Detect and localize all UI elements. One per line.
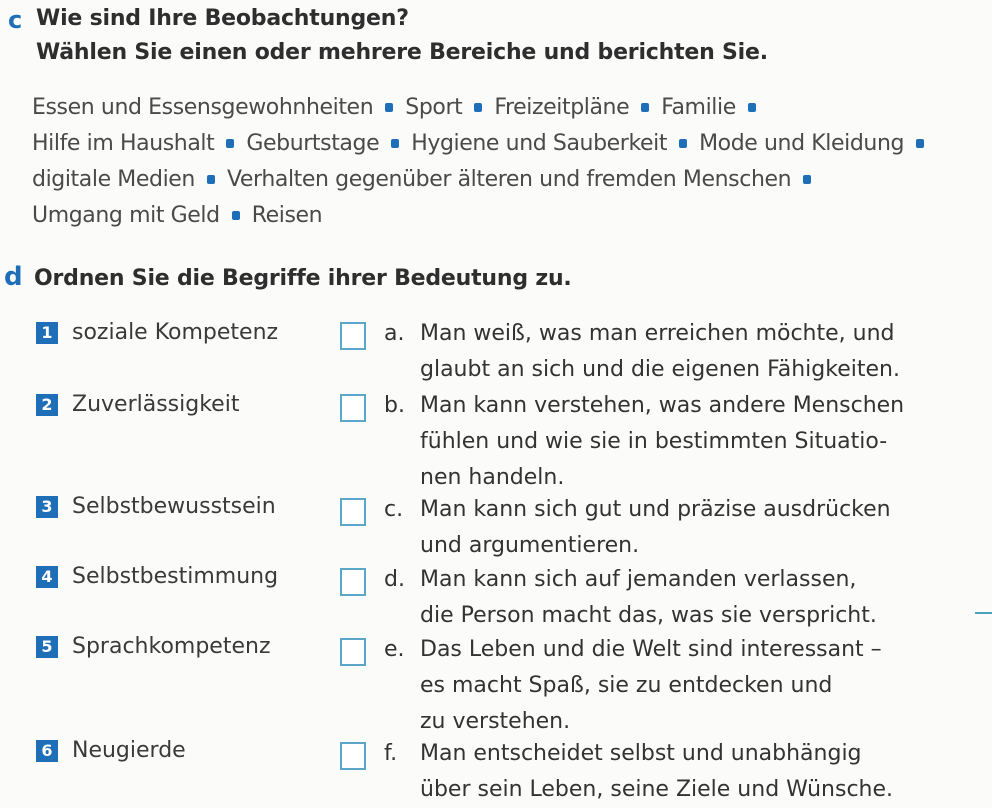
definition-f: f. Man entscheidet selbst und unabhängig…	[340, 736, 960, 808]
task-c-title: Wie sind Ihre Beobachtungen? Wählen Sie …	[36, 2, 768, 70]
bullet-icon	[206, 174, 215, 184]
topic-item: Verhalten gegenüber älteren und fremden …	[226, 167, 792, 192]
bullet-icon	[474, 102, 483, 112]
margin-divider	[975, 612, 992, 614]
answer-checkbox[interactable]	[340, 638, 366, 666]
number-badge: 3	[36, 495, 58, 518]
definition-line: und argumentieren.	[420, 533, 640, 558]
definition-line: Man kann verstehen, was andere Menschen	[420, 393, 905, 418]
term-label: soziale Kompetenz	[72, 320, 279, 345]
bullet-icon	[226, 138, 235, 148]
definition-line: glaubt an sich und die eigenen Fähigkeit…	[420, 357, 900, 382]
bullet-icon	[391, 138, 400, 148]
topic-item: digitale Medien	[32, 167, 195, 192]
task-c-title-line2: Wählen Sie einen oder mehrere Bereiche u…	[36, 40, 768, 65]
definition-letter: b.	[384, 393, 405, 418]
answer-checkbox[interactable]	[340, 394, 366, 422]
definition-a: a. Man weiß, was man erreichen möchte, u…	[340, 316, 960, 388]
definition-c: c. Man kann sich gut und präzise ausdrüc…	[340, 492, 960, 564]
definition-line: die Person macht das, was sie verspricht…	[420, 603, 877, 628]
answer-checkbox[interactable]	[340, 742, 366, 770]
term-1: 1 soziale Kompetenz	[36, 320, 278, 345]
definition-line: Man weiß, was man erreichen möchte, und	[420, 321, 895, 346]
definition-letter: a.	[384, 321, 405, 346]
number-badge: 4	[36, 565, 58, 588]
definition-letter: e.	[384, 637, 405, 662]
topic-item: Reisen	[251, 203, 323, 228]
term-2: 2 Zuverlässigkeit	[36, 392, 239, 417]
term-6: 6 Neugierde	[36, 738, 186, 763]
definition-line: Man kann sich auf jemanden verlassen,	[420, 567, 857, 592]
topic-item: Sport	[405, 95, 463, 120]
bullet-icon	[747, 102, 756, 112]
definition-e: e. Das Leben und die Welt sind interessa…	[340, 632, 960, 740]
number-badge: 2	[36, 393, 58, 416]
topic-item: Freizeitpläne	[494, 95, 630, 120]
definition-letter: f.	[384, 741, 398, 766]
number-badge: 5	[36, 635, 58, 658]
topic-item: Geburtstage	[246, 131, 380, 156]
task-letter-c: c	[8, 6, 23, 34]
definition-line: fühlen und wie sie in bestimmten Situati…	[420, 429, 888, 454]
definition-letter: d.	[384, 567, 405, 592]
bullet-icon	[641, 102, 650, 112]
term-label: Selbstbestimmung	[72, 564, 279, 589]
topic-item: Hygiene und Sauberkeit	[411, 131, 668, 156]
definition-line: Man entscheidet selbst und unabhängig	[420, 741, 862, 766]
term-label: Zuverlässigkeit	[72, 392, 240, 417]
definition-line: Man kann sich gut und präzise ausdrücken	[420, 497, 891, 522]
bullet-icon	[231, 210, 240, 220]
term-5: 5 Sprachkompetenz	[36, 634, 271, 659]
definition-line: über sein Leben, seine Ziele und Wünsche…	[420, 777, 894, 802]
number-badge: 6	[36, 739, 58, 762]
answer-checkbox[interactable]	[340, 498, 366, 526]
topic-item: Mode und Kleidung	[699, 131, 905, 156]
topic-item: Essen und Essensgewohnheiten	[32, 95, 374, 120]
task-d-title: Ordnen Sie die Begriffe ihrer Bedeutung …	[34, 266, 572, 291]
answer-checkbox[interactable]	[340, 322, 366, 350]
definition-b: b. Man kann verstehen, was andere Mensch…	[340, 388, 960, 496]
definition-line: zu verstehen.	[420, 709, 571, 734]
topic-item: Umgang mit Geld	[32, 203, 220, 228]
topic-item: Hilfe im Haushalt	[32, 131, 215, 156]
number-badge: 1	[36, 321, 58, 344]
task-letter-d: d	[4, 262, 23, 292]
bullet-icon	[916, 138, 925, 148]
definition-line: Das Leben und die Welt sind interessant …	[420, 637, 882, 662]
bullet-icon	[803, 174, 812, 184]
term-label: Selbstbewusstsein	[72, 494, 276, 519]
term-3: 3 Selbstbewusstsein	[36, 494, 276, 519]
term-label: Neugierde	[72, 738, 186, 763]
term-4: 4 Selbstbestimmung	[36, 564, 278, 589]
task-c-title-line1: Wie sind Ihre Beobachtungen?	[36, 6, 409, 31]
definition-line: es macht Spaß, sie zu entdecken und	[420, 673, 833, 698]
bullet-icon	[679, 138, 688, 148]
topic-item: Familie	[661, 95, 736, 120]
definition-d: d. Man kann sich auf jemanden verlassen,…	[340, 562, 960, 634]
definition-line: nen handeln.	[420, 465, 565, 490]
definition-letter: c.	[384, 497, 404, 522]
answer-checkbox[interactable]	[340, 568, 366, 596]
term-label: Sprachkompetenz	[72, 634, 271, 659]
topic-list: Essen und Essensgewohnheiten Sport Freizei…	[32, 90, 952, 234]
bullet-icon	[385, 102, 394, 112]
